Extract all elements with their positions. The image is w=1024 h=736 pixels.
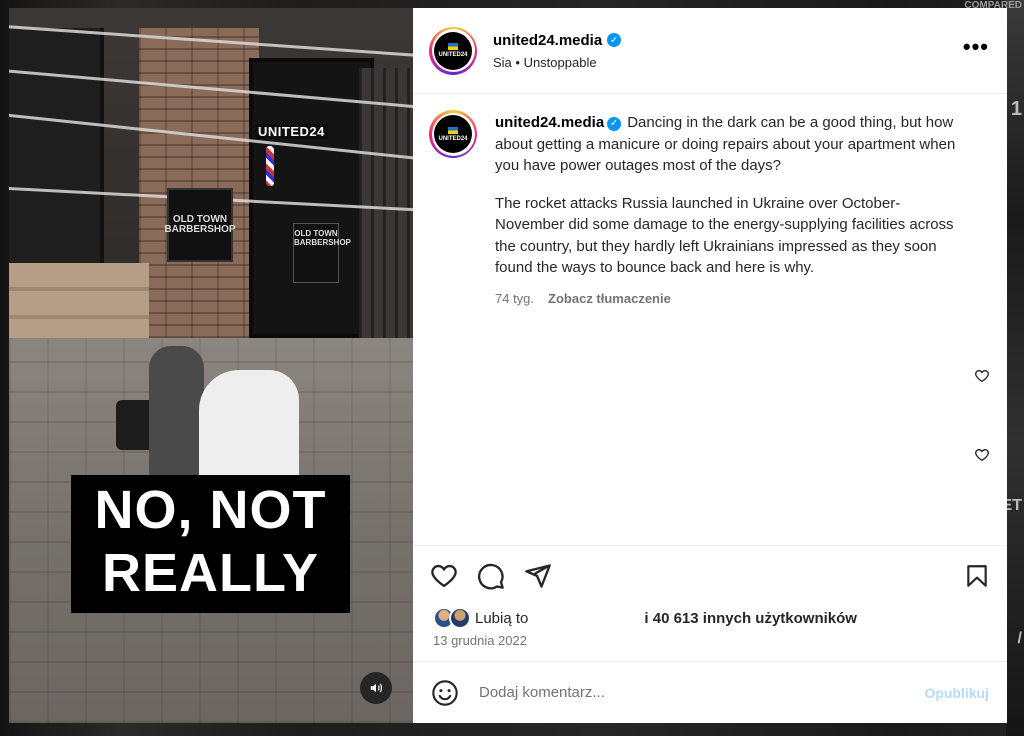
backdrop-text: 1 xyxy=(1010,98,1022,120)
save-button[interactable] xyxy=(963,562,991,590)
avatar xyxy=(449,607,471,629)
video-brick-wall xyxy=(139,28,259,338)
caption-avatar[interactable]: UNITED24 xyxy=(429,110,477,158)
publish-button[interactable]: Opublikuj xyxy=(924,685,989,701)
shop-sign: OLD TOWN BARBERSHOP xyxy=(164,188,236,262)
more-options-button[interactable]: ••• xyxy=(963,35,989,66)
post-caption: UNITED24 united24.media ✓ Dancing in the d… xyxy=(429,110,991,310)
header-username[interactable]: united24.media xyxy=(493,32,602,49)
post-date[interactable]: 13 grudnia 2022 xyxy=(413,631,1007,661)
verified-badge-icon: ✓ xyxy=(607,33,622,47)
backdrop-text: / xyxy=(1017,630,1022,647)
video-client-cape xyxy=(199,370,299,485)
liker-avatars xyxy=(433,607,471,629)
comment-icon xyxy=(478,563,504,589)
barber-pole xyxy=(266,146,274,186)
emoji-icon[interactable] xyxy=(431,679,459,707)
video-grille xyxy=(359,68,413,358)
mute-button[interactable] xyxy=(360,672,392,704)
bookmark-icon xyxy=(967,564,987,587)
post-modal: UNITED24 OLD TOWN BARBERSHOP OLD TOWN BA… xyxy=(9,8,1007,723)
share-button[interactable] xyxy=(524,562,552,590)
post-age[interactable]: 74 tyg. xyxy=(495,288,534,310)
audio-link[interactable]: Sia • Unstoppable xyxy=(493,55,963,70)
comment-input[interactable] xyxy=(479,684,925,701)
video-watermark: UNITED24 xyxy=(255,124,328,139)
video-barber xyxy=(149,346,204,486)
caption-text: The rocket attacks Russia launched in Uk… xyxy=(495,194,954,277)
post-details-panel: UNITED24 united24.media ✓ Sia • Unstoppa… xyxy=(413,8,1007,723)
paper-plane-icon xyxy=(525,563,551,588)
caption-username[interactable]: united24.media xyxy=(495,114,604,131)
united24-logo-icon: UNITED24 xyxy=(434,31,472,70)
heart-icon[interactable] xyxy=(974,368,990,384)
post-actions xyxy=(413,545,1007,605)
comments-area: UNITED24 united24.media ✓ Dancing in the d… xyxy=(413,94,1007,545)
likes-count[interactable]: i 40 613 innych użytkowników xyxy=(644,610,857,627)
post-video[interactable]: UNITED24 OLD TOWN BARBERSHOP OLD TOWN BA… xyxy=(9,8,413,723)
translate-button[interactable]: Zobacz tłumaczenie xyxy=(548,288,671,310)
verified-badge-icon: ✓ xyxy=(607,116,622,131)
like-button[interactable] xyxy=(430,562,458,590)
likes-summary[interactable]: Lubią to i 40 613 innych użytkowników xyxy=(413,605,1007,631)
video-overlay-text: NO, NOT REALLY xyxy=(71,475,350,613)
post-header: UNITED24 united24.media ✓ Sia • Unstoppa… xyxy=(413,8,1007,94)
likes-prefix: Lubią to xyxy=(475,609,529,627)
heart-icon xyxy=(431,564,457,587)
video-door xyxy=(9,28,104,288)
comment-form: Opublikuj xyxy=(413,661,1007,723)
speaker-icon xyxy=(370,683,382,693)
united24-logo-icon: UNITED24 xyxy=(434,115,472,153)
heart-icon[interactable] xyxy=(974,447,990,463)
comment-button[interactable] xyxy=(477,562,505,590)
avatar[interactable]: UNITED24 xyxy=(429,26,477,75)
window-sign: OLD TOWN BARBERSHOP xyxy=(293,223,351,283)
